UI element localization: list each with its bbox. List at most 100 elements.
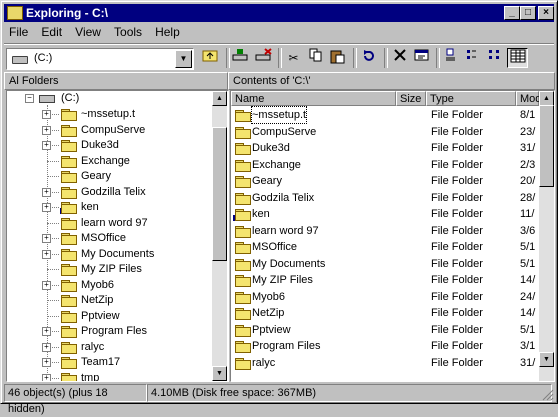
tree-item[interactable]: + ralyc: [42, 340, 212, 355]
list-scroll-up-button[interactable]: ▲: [539, 91, 554, 106]
tree-item[interactable]: Exchange: [47, 154, 212, 169]
tree-item-label: Team17: [81, 356, 121, 368]
column-size[interactable]: Size: [396, 91, 426, 106]
list-item[interactable]: Godzila Telix File Folder 28/: [231, 190, 536, 206]
explorer-app-icon[interactable]: [7, 6, 23, 20]
column-modified[interactable]: Mod: [516, 91, 541, 106]
folder-icon: [61, 279, 77, 292]
menu-view[interactable]: View: [70, 23, 106, 39]
tree-item[interactable]: + Duke3d: [42, 138, 212, 153]
list-item[interactable]: Myob6 File Folder 24/: [231, 289, 536, 305]
title-bar[interactable]: Exploring - C:\ _ □ ×: [4, 4, 554, 22]
cut-button[interactable]: ✂: [283, 48, 304, 68]
minimize-button[interactable]: _: [504, 6, 520, 20]
list-scroll-thumb[interactable]: [539, 105, 554, 187]
folder-icon: [61, 248, 77, 261]
details-button[interactable]: [507, 48, 528, 68]
list-scrollbar[interactable]: ▲ ▼: [539, 91, 554, 381]
list-item[interactable]: Duke3d File Folder 31/: [231, 140, 536, 156]
list-button[interactable]: [485, 48, 506, 68]
folder-tree[interactable]: − (C:) + ~mssetup.t + CompuServe + Duke3d Exchan…: [6, 90, 229, 382]
file-list[interactable]: Name Size Type Mod ~mssetup.t File Folder…: [230, 90, 555, 382]
list-item[interactable]: learn word 97 File Folder 3/6: [231, 223, 536, 239]
tree-expand-button[interactable]: +: [42, 141, 51, 150]
tree-expand-button[interactable]: +: [42, 249, 51, 259]
tree-item-label: ~mssetup.t: [81, 108, 136, 120]
tree-item[interactable]: + MSOffice: [42, 231, 212, 246]
tree-item[interactable]: + CompuServe: [42, 123, 212, 138]
map-network-drive-button[interactable]: [230, 48, 251, 68]
list-item[interactable]: ~mssetup.t File Folder 8/1: [231, 106, 536, 124]
file-modified: 28/: [520, 191, 536, 204]
tree-item[interactable]: My ZIP Files: [47, 262, 212, 277]
tree-scroll-up-button[interactable]: ▲: [212, 91, 227, 106]
menu-file[interactable]: File: [4, 23, 33, 39]
file-modified: 2/3: [520, 158, 536, 171]
tree-expand-button[interactable]: +: [42, 203, 51, 212]
list-item[interactable]: Geary File Folder 20/: [231, 173, 536, 189]
tree-expand-button[interactable]: +: [42, 234, 51, 243]
list-item[interactable]: ralyc File Folder 31/: [231, 355, 536, 371]
tree-item[interactable]: + ken: [42, 200, 212, 215]
tree-expand-button[interactable]: +: [42, 373, 51, 381]
tree-expand-button[interactable]: +: [42, 187, 51, 197]
tree-expand-button[interactable]: +: [42, 110, 51, 119]
undo-button[interactable]: [358, 48, 379, 68]
column-type[interactable]: Type: [426, 91, 516, 106]
tree-scrollbar[interactable]: ▲ ▼: [212, 91, 227, 381]
tree-item[interactable]: Pptview: [47, 309, 212, 324]
resize-grip-icon[interactable]: [542, 389, 554, 401]
column-name[interactable]: Name: [231, 91, 396, 106]
list-item[interactable]: CompuServe File Folder 23/: [231, 124, 536, 140]
tree-expand-button[interactable]: +: [42, 280, 51, 290]
tree-expand-button[interactable]: +: [42, 327, 51, 336]
small-icons-icon: [466, 50, 476, 59]
tree-expand-button[interactable]: +: [42, 125, 51, 135]
folder-icon: [235, 275, 251, 287]
close-button[interactable]: ×: [538, 6, 554, 20]
tree-item[interactable]: NetZip: [47, 293, 212, 308]
list-item[interactable]: Program Files File Folder 3/1: [231, 338, 536, 354]
list-item[interactable]: Exchange File Folder 2/3: [231, 157, 536, 173]
menu-help[interactable]: Help: [150, 23, 185, 39]
file-modified: 31/: [520, 142, 536, 154]
large-icons-button[interactable]: [441, 48, 462, 68]
list-item[interactable]: ken File Folder 11/: [231, 206, 536, 222]
list-item[interactable]: MSOffice File Folder 5/1: [231, 239, 536, 255]
list-item[interactable]: Pptview File Folder 5/1: [231, 322, 536, 338]
tree-item[interactable]: + tmp: [42, 371, 212, 381]
disconnect-drive-button[interactable]: [253, 48, 274, 68]
small-icons-button[interactable]: [463, 48, 484, 68]
tree-item[interactable]: + Godzilla Telix: [42, 185, 212, 200]
tree-scroll-thumb[interactable]: [212, 127, 227, 261]
menu-edit[interactable]: Edit: [36, 23, 67, 39]
menu-tools[interactable]: Tools: [109, 23, 147, 39]
tree-item[interactable]: + My Documents: [42, 247, 212, 262]
tree-item[interactable]: + Team17: [42, 355, 212, 370]
list-scroll-down-button[interactable]: ▼: [539, 352, 554, 367]
copy-button[interactable]: [305, 48, 326, 68]
list-item[interactable]: My Documents File Folder 5/1: [231, 256, 536, 272]
up-one-level-button[interactable]: [199, 48, 220, 68]
tree-item[interactable]: + ~mssetup.t: [42, 107, 212, 122]
properties-button[interactable]: [411, 48, 432, 68]
tree-expand-button[interactable]: +: [42, 358, 51, 367]
tree-item-root[interactable]: − (C:): [25, 91, 205, 106]
address-combobox[interactable]: (C:) ▼: [6, 48, 194, 70]
maximize-button[interactable]: □: [520, 6, 536, 20]
address-dropdown-button[interactable]: ▼: [175, 50, 192, 68]
tree-scroll-down-button[interactable]: ▼: [212, 366, 227, 381]
file-type: File Folder: [431, 274, 483, 286]
list-item[interactable]: NetZip File Folder 14/: [231, 305, 536, 321]
delete-button[interactable]: [389, 48, 410, 68]
tree-item[interactable]: + Program Fles: [42, 324, 212, 339]
status-object-count: 46 object(s) (plus 18 hidden): [4, 384, 147, 415]
tree-item[interactable]: + Myob6: [42, 278, 212, 293]
tree-item[interactable]: Geary: [47, 169, 212, 184]
tree-expand-button[interactable]: +: [42, 342, 51, 352]
list-item[interactable]: My ZIP Files File Folder 14/: [231, 272, 536, 288]
tree-item[interactable]: learn word 97: [47, 216, 212, 231]
paste-button[interactable]: [327, 48, 348, 68]
file-name: Program Files: [252, 340, 321, 352]
tree-collapse-button[interactable]: −: [25, 94, 34, 103]
